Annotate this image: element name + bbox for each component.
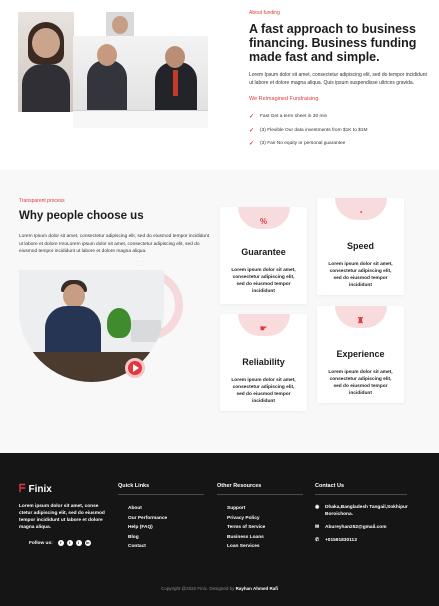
- video-thumbnail: [19, 270, 183, 382]
- why-title: Why people choose us: [19, 210, 144, 222]
- facebook-icon[interactable]: f: [57, 540, 64, 546]
- about-eyebrow: About funding: [249, 10, 280, 16]
- woman-photo: [18, 12, 74, 112]
- card-title: Experience: [336, 349, 385, 359]
- feature-card-guarantee: % Guarantee Lorem ipsum dolor sit amet, …: [220, 207, 307, 304]
- check-icon: ✓: [249, 141, 255, 148]
- clock-icon: ◔: [358, 208, 363, 217]
- card-text: Lorem ipsum dolor sit amet, consectetur …: [231, 378, 296, 404]
- copyright-author-link[interactable]: Rayhan Ahmed Rafi: [236, 586, 278, 591]
- about-title: A fast approach to business financing. B…: [249, 22, 417, 64]
- footer-brand[interactable]: ᖴ Finix: [19, 483, 52, 496]
- site-footer: ᖴ Finix Lorem ipsum dolor sit amet, cons…: [0, 453, 439, 606]
- twitter-icon[interactable]: t: [66, 540, 73, 546]
- footer-description: Lorem ipsum dolor sit amet, conse ctetur…: [19, 504, 105, 530]
- brand-name: Finix: [28, 484, 52, 495]
- footer-link-privacy[interactable]: Privacy Policy: [227, 514, 265, 524]
- footer-link-about[interactable]: About: [128, 504, 167, 514]
- why-eyebrow: Transparent process: [19, 198, 65, 204]
- footer-link-blog[interactable]: Blog: [128, 533, 167, 543]
- about-text: About funding A fast approach to busines…: [249, 10, 429, 151]
- contact-phone[interactable]: ✆ +01591830113: [315, 537, 415, 544]
- other-resources-heading: Other Resources: [217, 483, 262, 489]
- check-item: ✓ Fast Get a term sheet in 30 min: [249, 110, 429, 124]
- feature-checklist: ✓ Fast Get a term sheet in 30 min ✓ (3) …: [249, 110, 429, 151]
- footer-link-support[interactable]: Support: [227, 504, 265, 514]
- check-icon: ✓: [249, 114, 255, 121]
- linkedin-icon[interactable]: in: [84, 540, 91, 546]
- card-text: Lorem ipsum dolor sit amet, consectetur …: [328, 262, 393, 288]
- about-subheading: We Reimagined Fundraising.: [249, 96, 320, 102]
- card-text: Lorem ipsum dolor sit amet, consectetur …: [328, 370, 393, 396]
- card-title: Reliability: [242, 357, 285, 367]
- about-description: Lorem Ipsum dolor sit amet, consectetur …: [249, 72, 427, 86]
- footer-link-performance[interactable]: Our Performance: [128, 514, 167, 524]
- footer-link-loan-services[interactable]: Loan Services: [227, 542, 265, 552]
- footer-link-business-loans[interactable]: Business Loans: [227, 533, 265, 543]
- contact-heading: Contact Us: [315, 483, 345, 489]
- card-title: Guarantee: [241, 247, 286, 257]
- check-label: Fast Get a term sheet in 30 min: [260, 114, 328, 120]
- quick-links-list: About Our Performance Help (FAQ) Blog Co…: [128, 504, 167, 552]
- check-item: ✓ (3) Fair No equity or personal guarant…: [249, 137, 429, 151]
- copyright-text: Copyright @2022 Finix. Designed by: [161, 586, 235, 591]
- instagram-icon[interactable]: i: [75, 540, 82, 546]
- phone-text[interactable]: +01591830113: [325, 537, 357, 544]
- phone-icon: ✆: [315, 537, 320, 543]
- check-icon: ✓: [249, 127, 255, 134]
- finix-logo-icon: ᖴ: [19, 483, 26, 495]
- email-text[interactable]: Abureyhan252@gmail.com: [325, 524, 386, 531]
- play-icon: [133, 364, 139, 372]
- divider: [315, 494, 407, 495]
- address-text: Dhaka,Bangladesh Tangail,Sokhipur Boroic…: [325, 505, 408, 517]
- card-title: Speed: [346, 241, 374, 251]
- dot-pattern: ⋅⋅⋅⋅ ⋅⋅⋅⋅ ⋅⋅⋅⋅: [377, 259, 387, 272]
- handshake-photo: [73, 36, 208, 128]
- contact-address: ◉ Dhaka,Bangladesh Tangail,Sokhipur Boro…: [315, 504, 415, 518]
- copyright: Copyright @2022 Finix. Designed by Rayha…: [0, 586, 439, 591]
- quick-links-heading: Quick Links: [118, 483, 150, 489]
- handshake-icon: ☛: [259, 324, 268, 333]
- contact-list: ◉ Dhaka,Bangladesh Tangail,Sokhipur Boro…: [315, 504, 415, 550]
- percent-icon: %: [259, 217, 268, 226]
- dot-pattern: ⋅⋅⋅⋅ ⋅⋅⋅⋅ ⋅⋅⋅⋅: [136, 255, 146, 268]
- location-pin-icon: ◉: [315, 504, 320, 510]
- feature-card-reliability: ☛ Reliability Lorem ipsum dolor sit amet…: [220, 314, 307, 411]
- check-label: (3) Flexible Our data investments from $…: [260, 127, 368, 133]
- contact-email[interactable]: ✉ Abureyhan252@gmail.com: [315, 524, 415, 531]
- follow-us: Follow us: f t i in: [29, 540, 91, 546]
- why-description: Lorem Ipsum dolor sit amet, consectetur …: [19, 234, 210, 254]
- feature-card-speed: ◔ Speed Lorem ipsum dolor sit amet, cons…: [317, 198, 404, 295]
- check-label: (3) Fair No equity or personal guarantee: [260, 141, 346, 147]
- other-resources-list: Support Privacy Policy Terms of Service …: [227, 504, 265, 552]
- why-section: Transparent process Why people choose us…: [0, 170, 439, 453]
- follow-label: Follow us:: [29, 540, 53, 546]
- play-video-button[interactable]: [125, 358, 145, 378]
- footer-link-terms[interactable]: Terms of Service: [227, 523, 265, 533]
- divider: [217, 494, 303, 495]
- feature-card-experience: ♜ Experience Lorem ipsum dolor sit amet,…: [317, 306, 404, 403]
- dot-pattern: ⋅⋅⋅⋅ ⋅⋅⋅⋅ ⋅⋅⋅⋅: [377, 379, 387, 392]
- man-photo: [106, 12, 134, 36]
- mail-icon: ✉: [315, 524, 320, 530]
- team-icon: ♜: [356, 316, 365, 325]
- check-item: ✓ (3) Flexible Our data investments from…: [249, 124, 429, 138]
- footer-link-faq[interactable]: Help (FAQ): [128, 523, 167, 533]
- footer-link-contact[interactable]: Contact: [128, 542, 167, 552]
- about-section: About funding A fast approach to busines…: [0, 0, 439, 170]
- card-text: Lorem ipsum dolor sit amet, consectetur …: [231, 268, 296, 294]
- divider: [118, 494, 204, 495]
